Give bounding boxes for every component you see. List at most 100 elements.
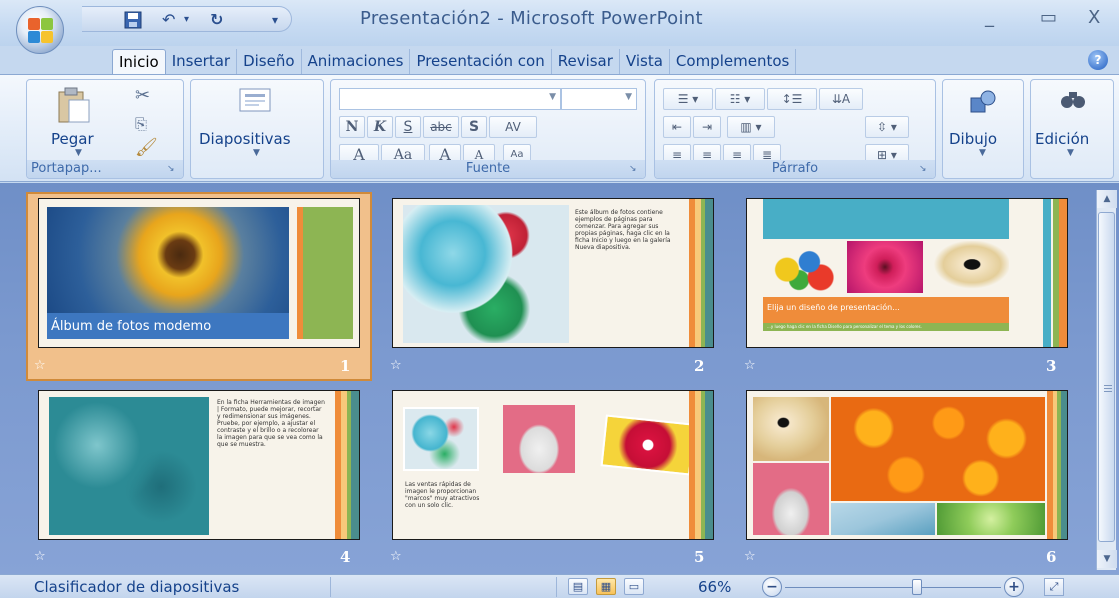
slide-thumbnail-5[interactable]: Las ventas rápidas de imagen le proporci… xyxy=(392,390,714,540)
font-group-label: Fuente xyxy=(331,160,645,178)
numbering-icon[interactable]: ☷ ▾ xyxy=(715,88,765,110)
slide-number-1: 1 xyxy=(340,357,351,375)
transition-star-icon[interactable]: ☆ xyxy=(744,549,756,564)
editing-button[interactable]: Edición xyxy=(1035,130,1089,148)
find-icon[interactable] xyxy=(1059,88,1087,116)
scroll-down-icon[interactable]: ▼ xyxy=(1097,550,1117,568)
mortar-photo xyxy=(503,405,575,473)
paste-icon[interactable] xyxy=(57,86,91,128)
increase-indent-icon[interactable]: ⇥ xyxy=(693,116,721,138)
tab-presentacion[interactable]: Presentación con xyxy=(410,49,552,75)
scroll-up-icon[interactable]: ▲ xyxy=(1097,190,1117,208)
minimize-button[interactable]: _ xyxy=(985,8,994,28)
flower-photo xyxy=(847,241,923,293)
shapes-icon[interactable] xyxy=(969,88,997,120)
slide-sorter-view-icon[interactable]: ▦ xyxy=(596,578,616,595)
transition-star-icon[interactable]: ☆ xyxy=(34,549,46,564)
normal-view-icon[interactable]: ▤ xyxy=(568,578,588,595)
slide-1-caption: Álbum de fotos modemo xyxy=(51,319,212,334)
character-spacing-button[interactable]: AV xyxy=(489,116,537,138)
decrease-indent-icon[interactable]: ⇤ xyxy=(663,116,691,138)
shadow-button[interactable]: S xyxy=(461,116,487,138)
save-icon[interactable] xyxy=(124,7,142,33)
font-dialog-launcher-icon[interactable]: ↘ xyxy=(629,164,641,175)
dialog-launcher-icon[interactable]: ↘ xyxy=(167,164,179,175)
columns-icon[interactable]: ▥ ▾ xyxy=(727,116,775,138)
tab-insertar[interactable]: Insertar xyxy=(166,49,238,75)
slide-number-4: 4 xyxy=(340,548,351,566)
tweezers-photo xyxy=(831,503,935,535)
zoom-slider-thumb[interactable] xyxy=(912,579,922,595)
ribbon: Pegar ▼ ✂ ⎘ 🖌 Portapap... ↘ Diapositivas… xyxy=(0,74,1119,182)
slides-group: Diapositivas ▼ xyxy=(190,79,324,179)
zoom-in-icon[interactable]: + xyxy=(1004,577,1024,597)
zoom-level[interactable]: 66% xyxy=(698,578,731,596)
zoom-out-icon[interactable]: − xyxy=(762,577,782,597)
slide-thumbnail-2[interactable]: Este álbum de fotos contiene ejemplos de… xyxy=(392,198,714,348)
tab-complementos[interactable]: Complementos xyxy=(670,49,797,75)
teal-glassware-photo xyxy=(49,397,209,535)
transition-star-icon[interactable]: ☆ xyxy=(744,358,756,373)
vertical-scrollbar[interactable]: ▲ ▼ xyxy=(1096,190,1117,570)
slide-number-5: 5 xyxy=(694,548,705,566)
slide-5-text: Las ventas rápidas de imagen le proporci… xyxy=(405,481,480,509)
underline-button[interactable]: S xyxy=(395,116,421,138)
slides-dropdown-icon[interactable]: ▼ xyxy=(253,148,260,158)
scrollbar-thumb[interactable] xyxy=(1098,212,1115,542)
paragraph-group: ☰ ▾ ☷ ▾ ↕☰ ⇊A ⇤ ⇥ ▥ ▾ ⇳ ▾ ≡ ≡ ≡ ≣ ⊞ ▾ Pá… xyxy=(654,79,936,179)
green-liquid-photo xyxy=(937,503,1045,535)
maximize-button[interactable]: ▭ xyxy=(1040,8,1057,28)
drawing-button[interactable]: Dibujo xyxy=(949,130,997,148)
undo-dropdown-icon[interactable]: ▾ xyxy=(184,7,189,33)
tab-animaciones[interactable]: Animaciones xyxy=(302,49,411,75)
help-icon[interactable]: ? xyxy=(1088,50,1108,70)
tab-inicio[interactable]: Inicio xyxy=(112,49,166,75)
slide-number-6: 6 xyxy=(1046,548,1057,566)
slides-button[interactable]: Diapositivas xyxy=(199,130,291,148)
transition-star-icon[interactable]: ☆ xyxy=(34,358,46,373)
sunflower-photo xyxy=(47,207,289,313)
slide-thumbnail-1[interactable]: Álbum de fotos modemo xyxy=(38,198,360,348)
slide-number-2: 2 xyxy=(694,357,705,375)
tab-revisar[interactable]: Revisar xyxy=(552,49,620,75)
new-slide-icon[interactable] xyxy=(239,88,271,116)
align-text-icon[interactable]: ⇳ ▾ xyxy=(865,116,909,138)
slideshow-view-icon[interactable]: ▭ xyxy=(624,578,644,595)
tab-diseno[interactable]: Diseño xyxy=(237,49,302,75)
font-name-combo[interactable]: ▼ xyxy=(339,88,561,110)
bold-button[interactable]: N xyxy=(339,116,365,138)
bullets-icon[interactable]: ☰ ▾ xyxy=(663,88,713,110)
undo-icon[interactable]: ↶ xyxy=(162,7,175,33)
fit-to-window-icon[interactable]: ⤢ xyxy=(1044,578,1064,596)
redo-icon[interactable]: ↻ xyxy=(210,7,223,33)
close-button[interactable]: X xyxy=(1088,8,1100,28)
office-button[interactable] xyxy=(16,6,64,54)
paste-button[interactable]: Pegar xyxy=(51,130,94,148)
format-painter-icon[interactable]: 🖌 xyxy=(135,138,158,158)
ribbon-tabs: Inicio Insertar Diseño Animaciones Prese… xyxy=(112,49,797,75)
slide-number-3: 3 xyxy=(1046,357,1057,375)
strikethrough-button[interactable]: abc xyxy=(423,116,459,138)
zoom-slider[interactable] xyxy=(785,587,1001,588)
slide-thumbnail-3[interactable]: Elija un diseño de presentación... ...y … xyxy=(746,198,1068,348)
drawing-dropdown-icon[interactable]: ▼ xyxy=(979,148,986,158)
text-direction-icon[interactable]: ⇊A xyxy=(819,88,863,110)
editing-dropdown-icon[interactable]: ▼ xyxy=(1067,148,1074,158)
slide-thumbnail-6[interactable] xyxy=(746,390,1068,540)
status-bar: Clasificador de diapositivas ▤ ▦ ▭ 66% −… xyxy=(0,574,1119,598)
paragraph-dialog-launcher-icon[interactable]: ↘ xyxy=(919,164,931,175)
line-spacing-icon[interactable]: ↕☰ xyxy=(767,88,817,110)
slide-thumbnail-4[interactable]: En la ficha Herramientas de imagen | For… xyxy=(38,390,360,540)
slide-2-text: Este álbum de fotos contiene ejemplos de… xyxy=(575,209,671,251)
transition-star-icon[interactable]: ☆ xyxy=(390,358,402,373)
italic-button[interactable]: K xyxy=(367,116,393,138)
slide-4-text: En la ficha Herramientas de imagen | For… xyxy=(217,399,325,448)
font-size-combo[interactable]: ▼ xyxy=(561,88,637,110)
cut-icon[interactable]: ✂ xyxy=(135,86,150,106)
transition-star-icon[interactable]: ☆ xyxy=(390,549,402,564)
tab-vista[interactable]: Vista xyxy=(620,49,670,75)
customize-qat-icon[interactable]: ▾ xyxy=(272,7,278,33)
copy-icon[interactable]: ⎘ xyxy=(135,114,147,134)
office-logo-icon xyxy=(28,18,54,44)
paste-dropdown-icon[interactable]: ▼ xyxy=(75,148,82,158)
